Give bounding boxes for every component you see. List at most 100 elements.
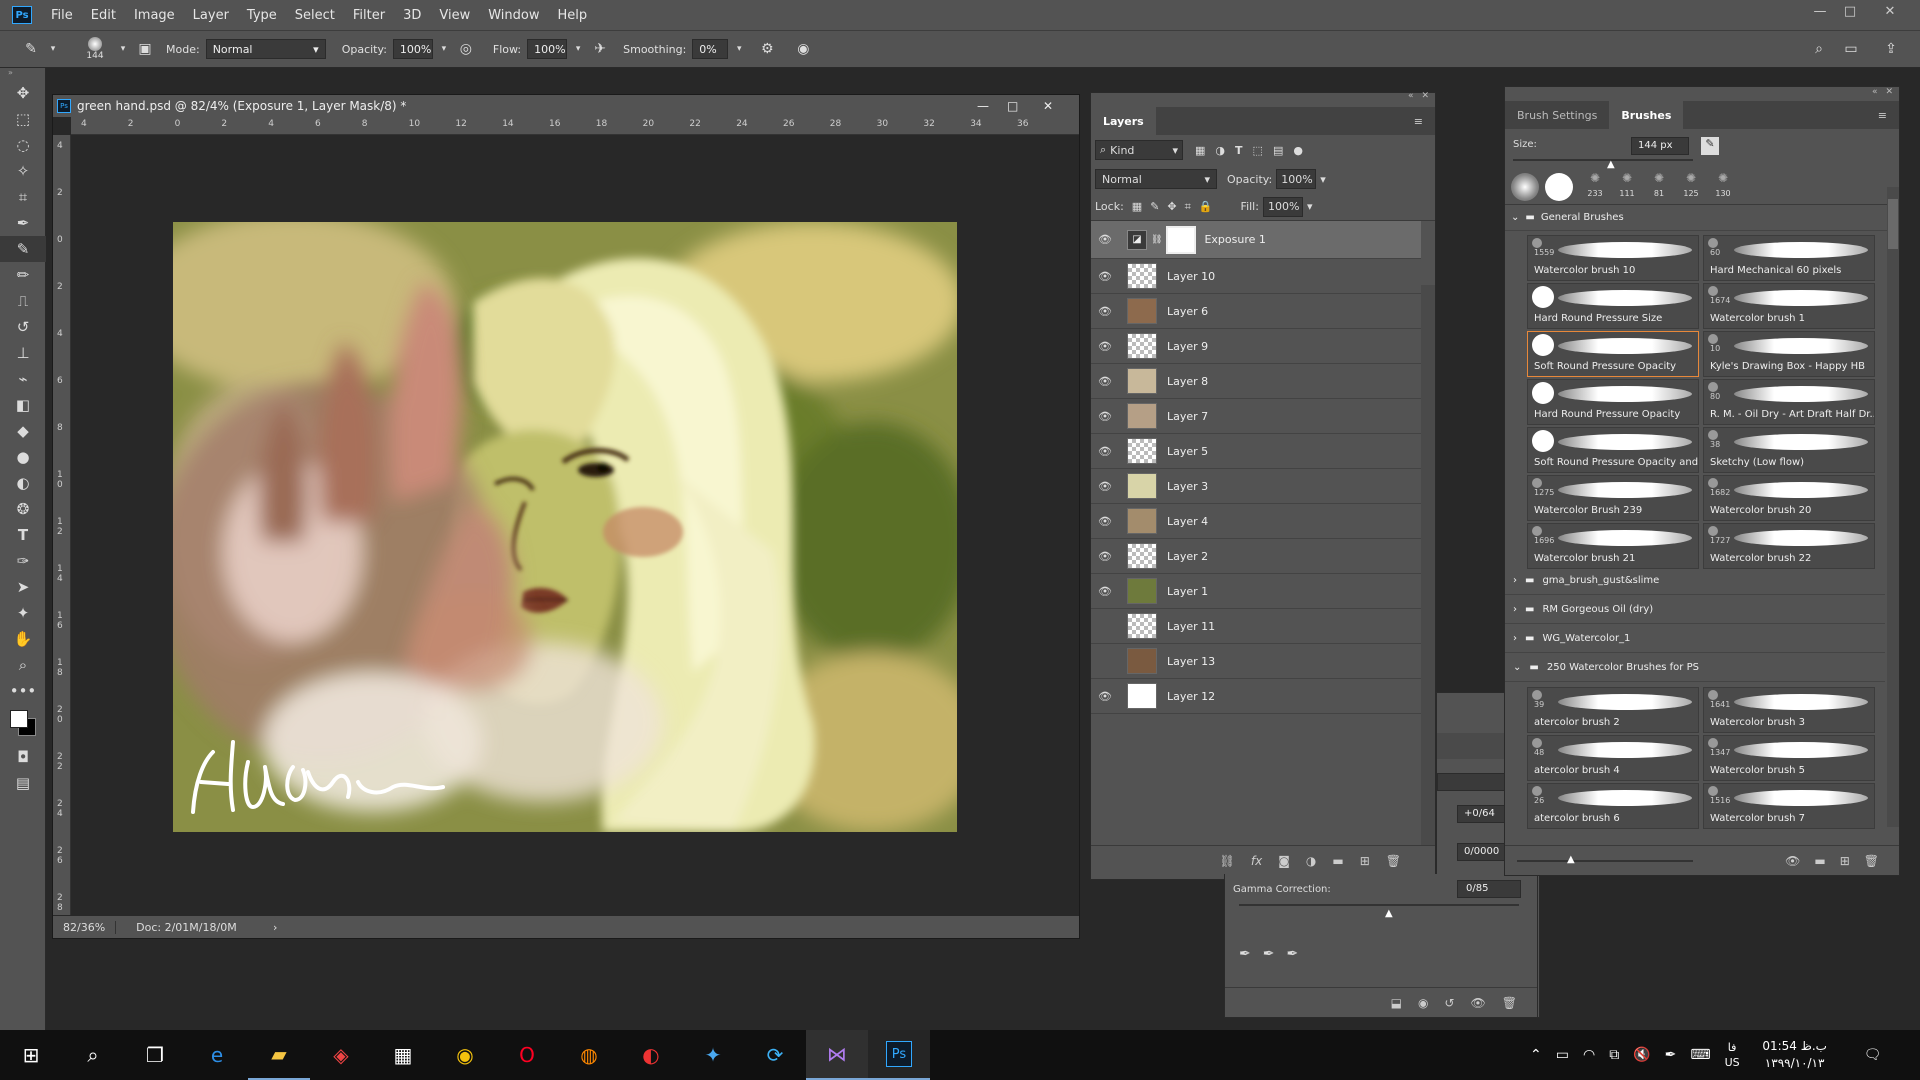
brush-preset-cell[interactable]: 60 Hard Mechanical 60 pixels	[1703, 235, 1875, 281]
brush-preset-cell[interactable]: 1559 Watercolor brush 10	[1527, 235, 1699, 281]
menu-type[interactable]: Type	[238, 8, 286, 23]
preview-size-thumb[interactable]: ▲	[1567, 854, 1575, 865]
brush-preset-cell[interactable]: Hard Round Pressure Opacity	[1527, 379, 1699, 425]
close-panel-icon[interactable]: ✕	[1885, 87, 1893, 97]
lock-transparent-icon[interactable]: ▦	[1132, 200, 1142, 213]
mixer-brush-icon[interactable]: ⌁	[0, 366, 46, 392]
brush-preset-cell[interactable]: 48 atercolor brush 4	[1527, 735, 1699, 781]
photoshop-taskbar-button[interactable]: Ps	[868, 1030, 930, 1080]
filter-toggle-icon[interactable]: ●	[1293, 144, 1303, 157]
recent-brush-soft-icon[interactable]	[1511, 173, 1539, 201]
crop-tool-icon[interactable]: ⌗	[0, 184, 46, 210]
fx-icon[interactable]: fx	[1251, 854, 1262, 868]
new-adjustment-icon[interactable]: ◑	[1306, 854, 1316, 868]
menu-file[interactable]: File	[42, 8, 82, 23]
zoom-tool-icon[interactable]: ⌕	[0, 652, 46, 678]
panel-menu-icon[interactable]: ≡	[1866, 101, 1899, 129]
brush-preset-cell[interactable]: Hard Round Pressure Size	[1527, 283, 1699, 329]
horizontal-ruler[interactable]: 4 2 0 2 4 6 8 10 12 14 16 18 20 22 24 26 28 30 32 34 36	[71, 117, 1079, 135]
chevron-down-icon[interactable]: ▾	[42, 38, 64, 60]
delete-brush-icon[interactable]: 🗑	[1864, 854, 1879, 868]
new-group-icon[interactable]: ▬	[1332, 854, 1343, 868]
task-view-icon[interactable]: ❐	[124, 1030, 186, 1080]
calculator-icon[interactable]: ▦	[372, 1030, 434, 1080]
doc-maximize-button[interactable]: □	[1007, 99, 1018, 113]
layer-visibility-icon[interactable]: 👁	[1091, 515, 1119, 528]
brush-settings-toggle-icon[interactable]: ✎	[1701, 137, 1719, 155]
volume-mute-icon[interactable]: 🔇	[1633, 1047, 1650, 1063]
windows-start-icon[interactable]: ⊞	[0, 1030, 62, 1080]
app-maximize-button[interactable]: □	[1830, 0, 1870, 22]
brush-preset-cell[interactable]: Soft Round Pressure Opacity and...	[1527, 427, 1699, 473]
chevron-down-icon[interactable]: ▾	[567, 38, 589, 60]
opera-icon[interactable]: O	[496, 1030, 558, 1080]
filter-smart-object-icon[interactable]: ▤	[1273, 144, 1283, 157]
chevron-down-icon[interactable]: ▾	[112, 38, 134, 60]
layer-visibility-icon[interactable]: 👁	[1091, 480, 1119, 493]
close-panel-icon[interactable]: ✕	[1421, 91, 1429, 105]
quick-mask-icon[interactable]: ◘	[0, 744, 46, 770]
brush-preset-cell[interactable]: Soft Round Pressure Opacity	[1527, 331, 1699, 377]
brush-group-row[interactable]: › ▬ gma_brush_gust&slime	[1505, 567, 1885, 595]
blend-mode-select[interactable]: Normal ▾	[1095, 169, 1217, 189]
menu-view[interactable]: View	[430, 8, 479, 23]
recent-brush-preset[interactable]: ✺ 130	[1709, 171, 1737, 203]
vertical-ruler[interactable]: 4 2 0 2 4 6 8 1 0 1 2 1 4 1 6 1 8 2 0 2 2 2 4 2 6 2 8	[53, 135, 71, 915]
layer-row[interactable]: 👁 Layer 8	[1091, 364, 1421, 399]
layer-visibility-icon[interactable]: 👁	[1091, 410, 1119, 423]
brush-size-slider-track[interactable]	[1513, 159, 1693, 161]
layer-row[interactable]: 👁 Layer 10	[1091, 259, 1421, 294]
tab-brushes[interactable]: Brushes	[1609, 101, 1684, 129]
battery-icon[interactable]: ▭	[1556, 1047, 1569, 1063]
layer-row[interactable]: 👁 Layer 9	[1091, 329, 1421, 364]
document-title-bar[interactable]: Ps green hand.psd @ 82/4% (Exposure 1, L…	[53, 95, 1079, 117]
history-brush-icon[interactable]: ↺	[0, 314, 46, 340]
paint-bucket-icon[interactable]: ◆	[0, 418, 46, 444]
recent-brush-preset[interactable]: ✺ 233	[1581, 171, 1609, 203]
more-tools-icon[interactable]: •••	[0, 678, 46, 704]
network-icon[interactable]: ⧉	[1609, 1047, 1619, 1063]
link-layers-icon[interactable]: ⛓	[1220, 854, 1235, 868]
foreground-color-swatch[interactable]	[10, 710, 28, 728]
sync-app-icon[interactable]: ⟳	[744, 1030, 806, 1080]
white-point-eyedropper-icon[interactable]: ✒	[1286, 946, 1298, 962]
brush-tool-icon[interactable]: ✎	[0, 236, 46, 262]
color-swatches[interactable]	[0, 704, 45, 744]
filter-type-icon[interactable]: T	[1235, 144, 1243, 157]
brush-size-input[interactable]: 144 px	[1631, 137, 1689, 155]
brush-preset-cell[interactable]: 26 atercolor brush 6	[1527, 783, 1699, 829]
edge-browser-icon[interactable]: e	[186, 1030, 248, 1080]
clock[interactable]: 01:54 ب.ظ ۱۳۹۹/۱۰/۱۳	[1754, 1038, 1836, 1072]
notifications-icon[interactable]: 🗨	[1864, 1047, 1882, 1063]
chevron-down-icon[interactable]: ▾	[433, 38, 455, 60]
panel-menu-icon[interactable]: ≡	[1402, 107, 1435, 135]
lock-image-icon[interactable]: ✎	[1150, 200, 1159, 213]
gray-point-eyedropper-icon[interactable]: ✒	[1263, 946, 1275, 962]
menu-3d[interactable]: 3D	[394, 8, 430, 23]
layer-visibility-icon[interactable]: 👁	[1091, 445, 1119, 458]
lock-position-icon[interactable]: ✥	[1167, 200, 1176, 213]
menu-layer[interactable]: Layer	[184, 8, 238, 23]
chrome-icon[interactable]: ◉	[434, 1030, 496, 1080]
visibility-icon[interactable]: 👁	[1471, 996, 1486, 1010]
share-icon[interactable]: ⇪	[1880, 38, 1902, 60]
layer-filter-select[interactable]: ⌕ Kind ▾	[1095, 140, 1183, 160]
airbrush-icon[interactable]: ✈	[589, 38, 611, 60]
fill-input[interactable]: 100%	[1262, 196, 1303, 217]
brush-preset-cell[interactable]: 1275 Watercolor Brush 239	[1527, 475, 1699, 521]
pen-icon[interactable]: ✒	[1665, 1047, 1677, 1063]
brush-group-row[interactable]: › ▬ WG_Watercolor_1	[1505, 625, 1885, 653]
layer-mask-thumbnail[interactable]	[1166, 225, 1197, 254]
layer-row[interactable]: 👁 Layer 2	[1091, 539, 1421, 574]
collapse-panel-icon[interactable]: «	[1408, 91, 1414, 105]
layer-visibility-icon[interactable]: 👁	[1091, 270, 1119, 283]
brush-preset-cell[interactable]: 38 Sketchy (Low flow)	[1703, 427, 1875, 473]
chevron-up-icon[interactable]: ⌃	[1530, 1047, 1542, 1063]
filter-pixel-icon[interactable]: ▦	[1195, 144, 1205, 157]
toggle-preview-icon[interactable]: 👁	[1785, 854, 1800, 868]
brush-preset-cell[interactable]: 1674 Watercolor brush 1	[1703, 283, 1875, 329]
mask-link-icon[interactable]: ⛓	[1151, 235, 1162, 245]
delete-icon[interactable]: 🗑	[1502, 996, 1517, 1010]
eraser-tool-icon[interactable]: ◧	[0, 392, 46, 418]
brush-preset-cell[interactable]: 1682 Watercolor brush 20	[1703, 475, 1875, 521]
